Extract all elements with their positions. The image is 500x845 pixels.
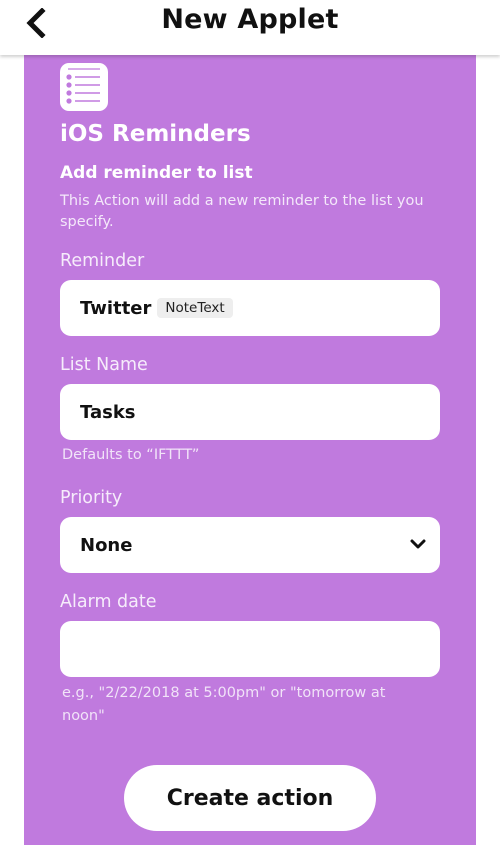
service-name: iOS Reminders bbox=[60, 121, 251, 147]
list-name-field[interactable]: Tasks bbox=[60, 384, 440, 440]
alarm-date-field[interactable] bbox=[60, 621, 440, 677]
ingredient-tag[interactable]: NoteText bbox=[157, 298, 233, 318]
reminder-field[interactable]: Twitter NoteText bbox=[60, 280, 440, 336]
alarm-date-label: Alarm date bbox=[60, 592, 157, 612]
list-name-helper: Defaults to “IFTTT” bbox=[62, 447, 200, 463]
priority-label: Priority bbox=[60, 488, 123, 508]
priority-select[interactable]: None bbox=[60, 517, 440, 573]
create-action-button[interactable]: Create action bbox=[124, 765, 376, 831]
action-config-panel: iOS Reminders Add reminder to list This … bbox=[24, 55, 476, 845]
list-name-label: List Name bbox=[60, 355, 148, 375]
alarm-date-helper: e.g., "2/22/2018 at 5:00pm" or "tomorrow… bbox=[62, 685, 386, 724]
priority-value: None bbox=[80, 534, 133, 556]
header-bar: New Applet bbox=[0, 0, 500, 55]
action-title: Add reminder to list bbox=[60, 163, 253, 183]
list-name-value: Tasks bbox=[80, 401, 136, 423]
chevron-down-icon bbox=[410, 539, 426, 549]
reminder-label: Reminder bbox=[60, 251, 145, 271]
action-description: This Action will add a new reminder to t… bbox=[60, 193, 424, 230]
page-title: New Applet bbox=[161, 4, 339, 35]
reminders-list-icon bbox=[60, 63, 108, 111]
reminder-value: Twitter bbox=[80, 297, 152, 319]
